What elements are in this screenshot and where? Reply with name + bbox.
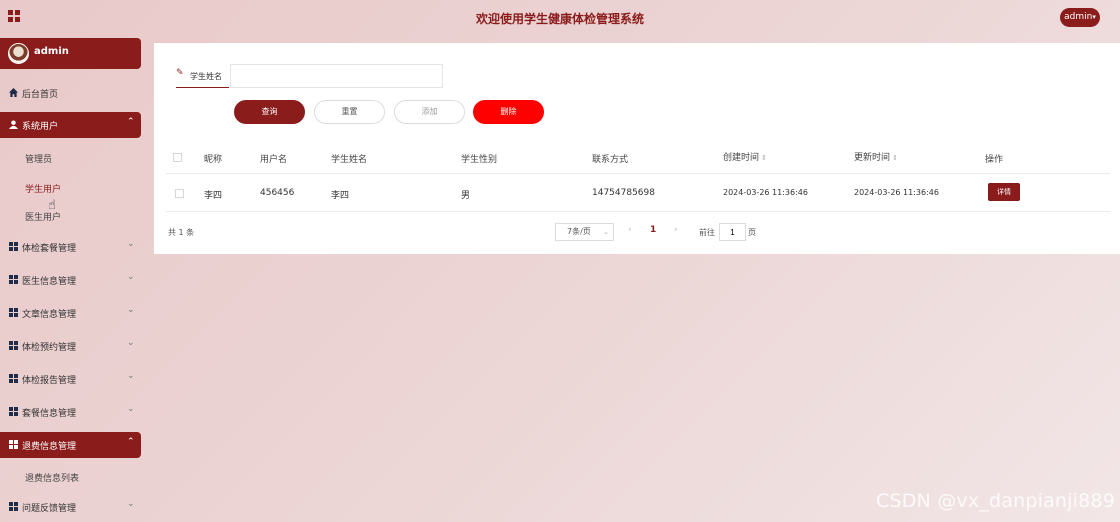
column-header-created[interactable]: 创建时间 ⇕ (723, 150, 767, 163)
sidebar-item-label: 后台首页 (22, 90, 59, 100)
pen-icon: ✎ (176, 68, 184, 78)
column-header-gender: 学生性别 (461, 155, 498, 165)
grid-icon (9, 440, 18, 449)
sort-icon[interactable]: ⇕ (892, 154, 898, 162)
sidebar-item-label: 体检预约管理 (22, 343, 77, 353)
sidebar: admin 后台首页 系统用户 ⌃ 管理员 学生用户 医生用户 体检套餐管理 ⌄… (0, 38, 142, 522)
sidebar-subitem-admin[interactable]: 管理员 (25, 152, 52, 165)
chevron-down-icon: ⌄ (127, 371, 135, 381)
sidebar-subitem-student-users[interactable]: 学生用户 (25, 182, 61, 195)
sidebar-item-label: 系统用户 (22, 122, 59, 132)
sidebar-item-label: 退费信息管理 (22, 442, 77, 452)
column-header-nickname: 昵称 (204, 155, 223, 165)
query-button[interactable]: 查询 (234, 100, 305, 124)
chevron-down-icon: ⌄ (127, 404, 135, 414)
app-title: 欢迎使用学生健康体检管理系统 (475, 12, 644, 26)
cell-nickname: 李四 (204, 191, 223, 201)
select-all-checkbox[interactable] (173, 153, 182, 162)
cell-created: 2024-03-26 11:36:46 (723, 188, 808, 197)
sidebar-item-exam-package[interactable]: 体检套餐管理 ⌄ (0, 234, 141, 260)
column-header-student-name: 学生姓名 (331, 155, 368, 165)
chevron-down-icon: ⌄ (127, 338, 135, 348)
user-icon (9, 120, 18, 129)
sidebar-item-exam-report[interactable]: 体检报告管理 ⌄ (0, 366, 141, 392)
grid-icon (9, 242, 18, 251)
row-checkbox[interactable] (175, 189, 184, 198)
sidebar-item-label: 文章信息管理 (22, 310, 77, 320)
sidebar-item-feedback[interactable]: 问题反馈管理 ⌄ (0, 494, 141, 520)
reset-button[interactable]: 重置 (314, 100, 385, 124)
column-header-actions: 操作 (985, 155, 1004, 165)
sidebar-item-exam-booking[interactable]: 体检预约管理 ⌄ (0, 333, 141, 359)
watermark: CSDN @vx_danpianji889 (876, 490, 1115, 512)
chevron-down-icon: ⌄ (127, 239, 135, 249)
user-menu-label: admin (1064, 12, 1093, 22)
chevron-up-icon: ⌃ (127, 117, 135, 127)
goto-page-input[interactable] (719, 223, 746, 241)
table-divider (166, 173, 1110, 174)
goto-prefix: 前往 (699, 228, 715, 237)
add-button[interactable]: 添加 (394, 100, 465, 124)
cell-contact: 14754785698 (592, 188, 655, 198)
pointer-cursor-icon: ☝ (48, 198, 56, 213)
delete-button[interactable]: 删除 (473, 100, 544, 124)
total-count: 共 1 条 (168, 228, 195, 237)
table-divider (166, 211, 1110, 212)
chevron-down-icon: ⌄ (127, 499, 135, 509)
avatar (8, 43, 29, 64)
prev-page-icon[interactable]: ‹ (628, 225, 632, 235)
cell-gender: 男 (461, 191, 471, 201)
goto-suffix: 页 (748, 228, 756, 237)
grid-icon (9, 308, 18, 317)
chevron-down-icon: ▾ (1092, 13, 1096, 21)
page-number-current[interactable]: 1 (650, 225, 656, 235)
sidebar-item-refund-info[interactable]: 退费信息管理 ⌃ (0, 432, 141, 458)
sidebar-item-label: 问题反馈管理 (22, 504, 77, 514)
detail-button[interactable]: 详情 (988, 183, 1020, 201)
column-header-updated[interactable]: 更新时间 ⇕ (854, 150, 898, 163)
page-size-select[interactable]: 7条/页 ⌄ (555, 223, 614, 241)
page-size-value: 7条/页 (567, 227, 591, 236)
profile-name: admin (34, 46, 69, 57)
sidebar-item-label: 医生信息管理 (22, 277, 77, 287)
user-menu-button[interactable]: admin▾ (1060, 8, 1100, 27)
column-header-label: 创建时间 (723, 153, 760, 163)
cell-student-name: 李四 (331, 191, 350, 201)
cell-updated: 2024-03-26 11:36:46 (854, 188, 939, 197)
chevron-up-icon: ⌃ (127, 437, 135, 447)
chevron-down-icon: ⌄ (127, 305, 135, 315)
search-field-label: ✎ 学生姓名 (176, 65, 229, 88)
top-bar: 欢迎使用学生健康体检管理系统 admin▾ (0, 0, 1120, 36)
sidebar-subitem-refund-list[interactable]: 退费信息列表 (25, 471, 79, 484)
cell-username: 456456 (260, 188, 295, 198)
sidebar-item-label: 体检套餐管理 (22, 244, 77, 254)
grid-icon (9, 407, 18, 416)
column-header-contact: 联系方式 (592, 155, 629, 165)
sidebar-item-label: 体检报告管理 (22, 376, 77, 386)
sidebar-item-system-users[interactable]: 系统用户 ⌃ (0, 112, 141, 138)
home-icon (9, 88, 18, 97)
sidebar-item-label: 套餐信息管理 (22, 409, 77, 419)
grid-icon (9, 502, 18, 511)
grid-icon (9, 374, 18, 383)
sidebar-item-article-info[interactable]: 文章信息管理 ⌄ (0, 300, 141, 326)
column-header-username: 用户名 (260, 155, 288, 165)
profile-block: admin (0, 38, 141, 69)
next-page-icon[interactable]: › (674, 225, 678, 235)
chevron-down-icon: ⌄ (127, 272, 135, 282)
sidebar-item-package-info[interactable]: 套餐信息管理 ⌄ (0, 399, 141, 425)
chevron-down-icon: ⌄ (603, 228, 609, 236)
student-name-input[interactable] (230, 64, 443, 88)
sidebar-item-home[interactable]: 后台首页 (0, 80, 141, 106)
sidebar-item-doctor-info[interactable]: 医生信息管理 ⌄ (0, 267, 141, 293)
grid-icon (9, 341, 18, 350)
main-panel: ✎ 学生姓名 查询 重置 添加 删除 昵称 用户名 学生姓名 学生性别 联系方式… (154, 43, 1120, 254)
column-header-label: 更新时间 (854, 153, 891, 163)
grid-icon (9, 275, 18, 284)
sort-icon[interactable]: ⇕ (761, 154, 767, 162)
search-label-text: 学生姓名 (190, 72, 222, 81)
